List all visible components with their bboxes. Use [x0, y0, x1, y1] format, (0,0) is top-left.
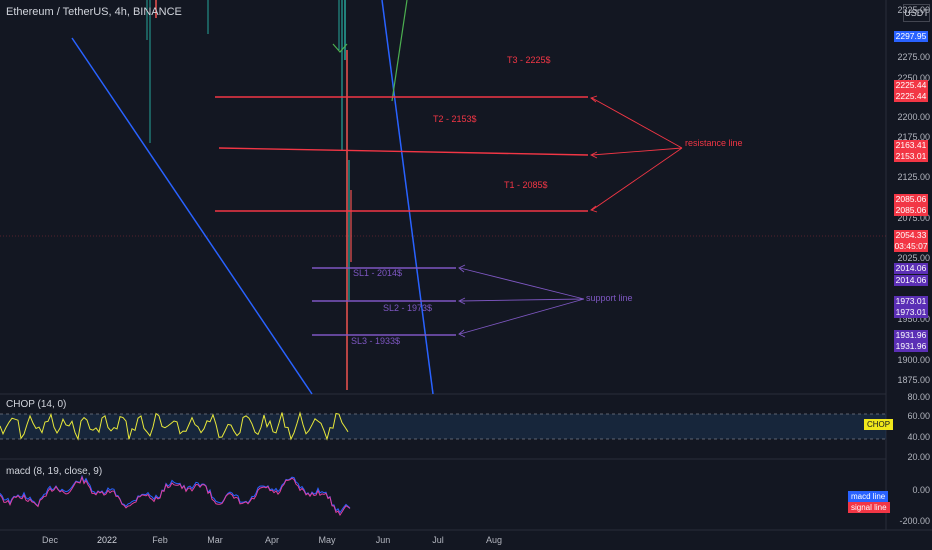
- target-line-t2[interactable]: [218, 147, 589, 156]
- macd-tick: 0.00: [912, 485, 930, 495]
- price-badge: 1973.01: [894, 296, 928, 307]
- time-tick: Feb: [152, 535, 168, 545]
- target-label-t2: T2 - 2153$: [433, 114, 477, 124]
- signal-line-tag: signal line: [848, 502, 890, 513]
- macd-tick: -200.00: [899, 516, 930, 526]
- target-label-t3: T3 - 2225$: [507, 55, 551, 65]
- resistance-arrow: [591, 147, 683, 211]
- chop-label: CHOP (14, 0): [6, 399, 67, 410]
- support-label: support line: [586, 293, 633, 303]
- stop-label-sl3: SL3 - 1933$: [351, 336, 400, 346]
- time-tick: Aug: [485, 535, 503, 545]
- price-badge: 2153.01: [894, 151, 928, 162]
- price-badge: 1931.96: [894, 341, 928, 352]
- macd-line-tag: macd line: [848, 491, 889, 502]
- price-badge: 2014.06: [894, 275, 928, 286]
- price-badge: 2225.44: [894, 80, 928, 91]
- price-tick: 2275.00: [897, 52, 930, 62]
- price-tick: 1875.00: [897, 375, 930, 385]
- resistance-label: resistance line: [685, 138, 743, 148]
- stop-label-sl2: SL2 - 1973$: [383, 303, 432, 313]
- chop-tag: CHOP: [864, 419, 894, 430]
- price-badge: 2085.06: [894, 205, 928, 216]
- resistance-arrow: [591, 97, 683, 149]
- target-label-t1: T1 - 2085$: [504, 180, 548, 190]
- support-arrow: [459, 298, 585, 302]
- trendline-green[interactable]: [391, 0, 408, 102]
- chop-band: [0, 414, 886, 439]
- price-tick: 2125.00: [897, 172, 930, 182]
- chart-canvas[interactable]: T3 - 2225$ T2 - 2153$ T1 - 2085$ SL1 - 2…: [0, 0, 932, 550]
- price-tick: 1900.00: [897, 355, 930, 365]
- time-tick: Jul: [432, 535, 444, 545]
- chop-tick: 20.00: [907, 452, 930, 462]
- chop-tick: 80.00: [907, 392, 930, 402]
- price-badge: 2297.95: [894, 31, 928, 42]
- resistance-arrow: [591, 147, 683, 156]
- time-tick: Jun: [375, 535, 391, 545]
- price-tick: 2025.00: [897, 253, 930, 263]
- chart-title: Ethereum / TetherUS, 4h, BINANCE: [6, 6, 182, 18]
- macd-series: [0, 474, 351, 514]
- price-badge: 2163.41: [894, 140, 928, 151]
- price-badge: 1931.96: [894, 330, 928, 341]
- time-tick: Dec: [41, 535, 59, 545]
- time-tick: 2022: [96, 535, 118, 545]
- time-tick: Mar: [207, 535, 223, 545]
- support-arrow: [459, 298, 585, 335]
- price-tick: 2200.00: [897, 112, 930, 122]
- macd-label: macd (8, 19, close, 9): [6, 466, 103, 477]
- chart-root: T3 - 2225$ T2 - 2153$ T1 - 2085$ SL1 - 2…: [0, 0, 932, 550]
- stop-label-sl1: SL1 - 2014$: [353, 268, 402, 278]
- time-tick: May: [318, 535, 336, 545]
- price-badge: 2014.06: [894, 263, 928, 274]
- support-arrow: [459, 267, 585, 300]
- price-badge: 2225.44: [894, 91, 928, 102]
- price-tick: 2325.00: [897, 5, 930, 15]
- chop-tick: 40.00: [907, 432, 930, 442]
- price-badge: 1973.01: [894, 307, 928, 318]
- time-tick: Apr: [264, 535, 280, 545]
- countdown-badge: 03:45:07: [894, 241, 928, 252]
- trendline-blue-long[interactable]: [71, 37, 313, 395]
- last-price-badge: 2054.33: [894, 230, 928, 241]
- price-badge: 2085.06: [894, 194, 928, 205]
